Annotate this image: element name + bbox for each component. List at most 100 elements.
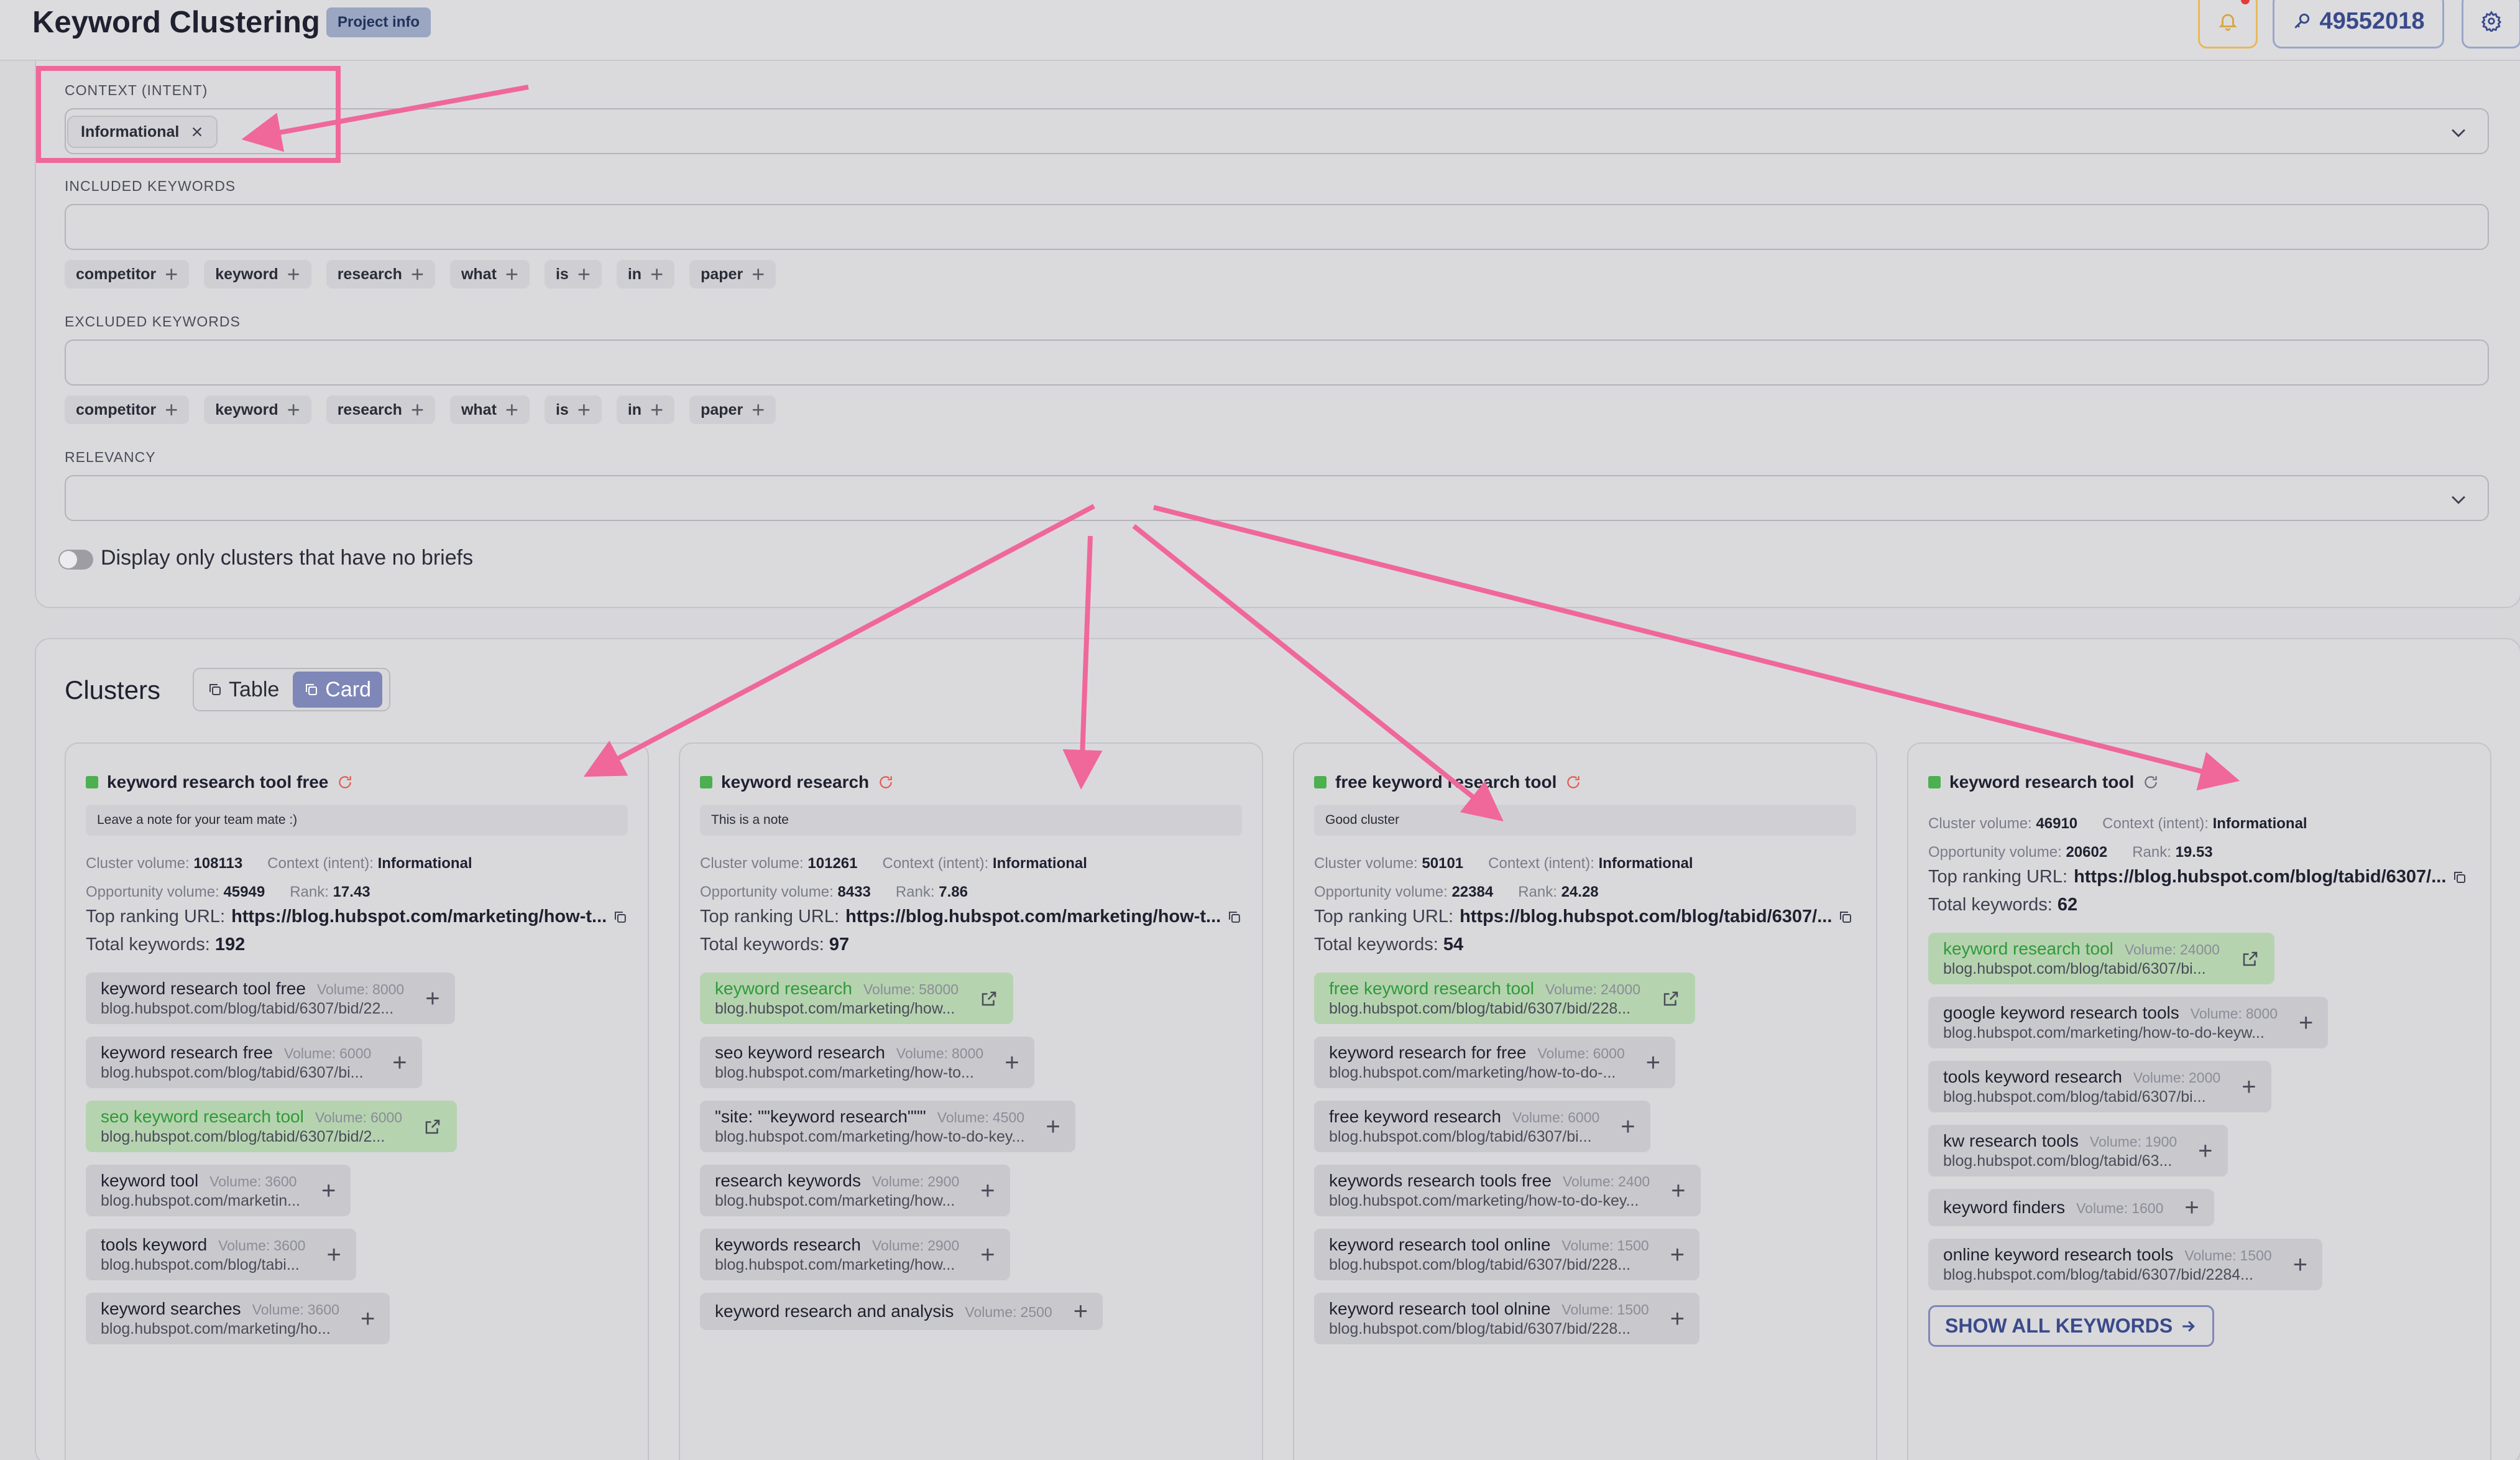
cluster-card[interactable]: keyword research This is a note Cluster vo… (679, 742, 1263, 1460)
plus-icon[interactable]: + (411, 399, 424, 421)
add-keyword-icon[interactable]: + (2299, 1010, 2313, 1035)
keyword-item[interactable]: google keyword research tools Volume: 8000… (1928, 997, 2329, 1048)
add-keyword-icon[interactable]: + (2293, 1252, 2307, 1277)
add-keyword-icon[interactable]: + (1671, 1178, 1685, 1203)
refresh-icon[interactable] (1565, 774, 1581, 790)
keyword-chip[interactable]: in + (616, 395, 675, 424)
keyword-item[interactable]: research keywords Volume: 2900 blog.hubspot… (700, 1165, 1010, 1216)
credits-button[interactable]: 49552018 (2273, 0, 2444, 49)
keyword-chip[interactable]: in + (616, 260, 675, 289)
cluster-note-input[interactable]: Good cluster (1314, 805, 1856, 836)
plus-icon[interactable]: + (577, 399, 591, 421)
keyword-chip[interactable]: keyword + (204, 395, 311, 424)
add-keyword-icon[interactable]: + (1670, 1242, 1685, 1267)
show-all-keywords-button[interactable]: SHOW ALL KEYWORDS (1928, 1305, 2215, 1347)
plus-icon[interactable]: + (287, 399, 300, 421)
keyword-item[interactable]: seo keyword research Volume: 8000 blog.hubs… (700, 1037, 1034, 1088)
plus-icon[interactable]: + (505, 399, 518, 421)
keyword-item[interactable]: keyword research free Volume: 6000 blog.hub… (86, 1037, 422, 1088)
keyword-item[interactable]: keyword tool Volume: 3600 blog.hubspot.com/… (86, 1165, 351, 1216)
keyword-item[interactable]: free keyword research Volume: 6000 blog.hub… (1314, 1101, 1650, 1152)
included-keywords-input[interactable] (65, 204, 2489, 250)
add-keyword-icon[interactable]: + (1074, 1299, 1088, 1324)
add-keyword-icon[interactable]: + (361, 1306, 375, 1331)
keyword-chip[interactable]: is + (544, 260, 602, 289)
keyword-chip[interactable]: keyword + (204, 260, 311, 289)
relevancy-select[interactable] (65, 475, 2489, 521)
add-keyword-icon[interactable]: + (1646, 1050, 1660, 1075)
keyword-chip[interactable]: research + (326, 395, 435, 424)
keyword-chip[interactable]: what + (449, 395, 530, 424)
add-keyword-icon[interactable]: + (1670, 1306, 1685, 1331)
keyword-chip[interactable]: paper + (689, 260, 776, 289)
keyword-chip[interactable]: paper + (689, 395, 776, 424)
keyword-item[interactable]: kw research tools Volume: 1900 blog.hubspot… (1928, 1125, 2228, 1176)
add-keyword-icon[interactable]: + (2242, 1074, 2256, 1099)
add-keyword-icon[interactable]: + (321, 1178, 336, 1203)
keyword-item[interactable]: keyword finders Volume: 1600 + (1928, 1189, 2214, 1226)
plus-icon[interactable]: + (165, 399, 178, 421)
add-keyword-icon[interactable]: + (1005, 1050, 1019, 1075)
add-keyword-icon[interactable]: + (326, 1242, 341, 1267)
keyword-item[interactable]: seo keyword research tool Volume: 6000 blog… (86, 1101, 458, 1152)
keyword-item[interactable]: keyword research tool online Volume: 1500 b… (1314, 1229, 1700, 1280)
external-link-icon[interactable] (980, 989, 998, 1008)
add-keyword-icon[interactable]: + (2198, 1139, 2212, 1163)
keyword-item[interactable]: tools keyword research Volume: 2000 blog.hu… (1928, 1061, 2271, 1112)
context-chip[interactable]: Informational (67, 116, 218, 148)
add-keyword-icon[interactable]: + (1621, 1114, 1635, 1139)
keyword-item[interactable]: keyword searches Volume: 3600 blog.hubspot.… (86, 1293, 390, 1344)
add-keyword-icon[interactable]: + (392, 1050, 407, 1075)
keyword-chip[interactable]: competitor + (65, 395, 190, 424)
add-keyword-icon[interactable]: + (980, 1178, 995, 1203)
table-view-button[interactable]: Table (196, 672, 290, 708)
plus-icon[interactable]: + (287, 263, 300, 285)
plus-icon[interactable]: + (650, 263, 663, 285)
copy-icon[interactable] (1227, 910, 1242, 925)
keyword-item[interactable]: keyword research tool free Volume: 8000 blo… (86, 973, 455, 1024)
plus-icon[interactable]: + (411, 263, 424, 285)
keyword-item[interactable]: keyword research for free Volume: 6000 blog… (1314, 1037, 1676, 1088)
cluster-note-input[interactable]: Leave a note for your team mate :) (86, 805, 628, 836)
keyword-item[interactable]: keyword research Volume: 58000 blog.hubspot… (700, 973, 1014, 1024)
keyword-item[interactable]: free keyword research tool Volume: 24000 bl… (1314, 973, 1696, 1024)
cluster-card[interactable]: keyword research tool free Leave a note f… (65, 742, 649, 1460)
add-keyword-icon[interactable]: + (980, 1242, 995, 1267)
cluster-card[interactable]: free keyword research tool Good cluster Cl… (1293, 742, 1877, 1460)
plus-icon[interactable]: + (752, 263, 765, 285)
excluded-keywords-input[interactable] (65, 340, 2489, 386)
keyword-chip[interactable]: competitor + (65, 260, 190, 289)
plus-icon[interactable]: + (505, 263, 518, 285)
cluster-note-input[interactable]: This is a note (700, 805, 1242, 836)
notifications-button[interactable] (2198, 0, 2258, 49)
external-link-icon[interactable] (2241, 949, 2260, 968)
refresh-icon[interactable] (2143, 774, 2159, 790)
keyword-item[interactable]: online keyword research tools Volume: 1500… (1928, 1239, 2323, 1290)
external-link-icon[interactable] (1662, 989, 1680, 1008)
plus-icon[interactable]: + (650, 399, 663, 421)
external-link-icon[interactable] (423, 1117, 442, 1136)
keyword-item[interactable]: tools keyword Volume: 3600 blog.hubspot.com… (86, 1229, 356, 1280)
keyword-item[interactable]: keywords research tools free Volume: 2400 b… (1314, 1165, 1701, 1216)
refresh-icon[interactable] (337, 774, 353, 790)
copy-icon[interactable] (2452, 870, 2467, 885)
copy-icon[interactable] (1838, 910, 1853, 925)
refresh-icon[interactable] (878, 774, 894, 790)
keyword-item[interactable]: "site: ""keyword research""" Volume: 4500 b… (700, 1101, 1075, 1152)
keyword-chip[interactable]: is + (544, 395, 602, 424)
add-keyword-icon[interactable]: + (1046, 1114, 1060, 1139)
project-info-button[interactable]: Project info (326, 7, 431, 37)
plus-icon[interactable]: + (165, 263, 178, 285)
no-briefs-toggle[interactable] (58, 550, 93, 570)
plus-icon[interactable]: + (577, 263, 591, 285)
copy-icon[interactable] (613, 910, 628, 925)
cluster-card[interactable]: keyword research tool Cluster volume: 469… (1907, 742, 2491, 1460)
card-view-button[interactable]: Card (293, 672, 382, 708)
keyword-item[interactable]: keywords research Volume: 2900 blog.hubspot… (700, 1229, 1010, 1280)
keyword-chip[interactable]: research + (326, 260, 435, 289)
add-keyword-icon[interactable]: + (425, 986, 439, 1011)
add-keyword-icon[interactable]: + (2184, 1195, 2199, 1220)
close-icon[interactable] (190, 125, 204, 139)
plus-icon[interactable]: + (752, 399, 765, 421)
context-select[interactable] (65, 108, 2489, 154)
